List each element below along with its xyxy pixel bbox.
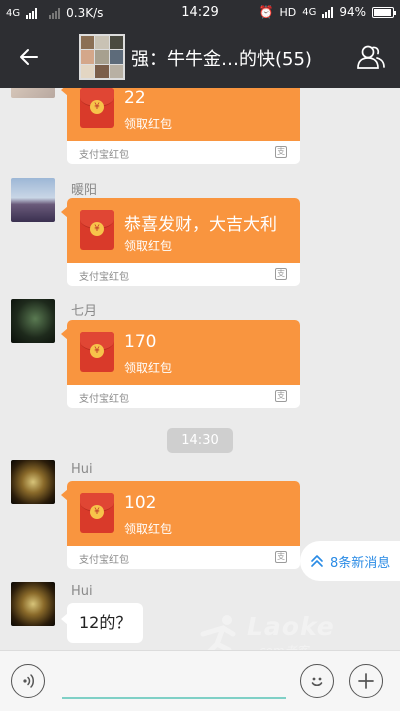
red-packet-footer: 支付宝红包 [79,394,129,405]
sender-name: 暖阳 [71,183,98,198]
status-bar: 4G 0.3K/s 14:29 ⏰ HD 4G 94% [0,0,400,26]
alipay-icon: 支 [275,146,287,158]
battery-percent: 94% [339,5,366,19]
signal-right-icon [322,6,334,18]
alarm-icon: ⏰ [258,5,274,19]
red-packet-message[interactable]: ¥ 102 领取红包 支付宝红包 支 [61,481,300,569]
avatar[interactable] [11,299,55,343]
red-packet-footer: 支付宝红包 [79,555,129,566]
red-packet-message[interactable]: ¥ 170 领取红包 支付宝红包 支 [61,320,300,408]
hd-label: HD [279,5,297,19]
alipay-icon: 支 [275,390,287,402]
red-packet-subtitle: 领取红包 [124,361,173,375]
red-packet-subtitle: 领取红包 [124,522,173,536]
red-packet-icon: ¥ [80,493,114,533]
red-packet-title: 恭喜发财，大吉大利 [124,215,277,235]
arrow-left-icon [20,49,38,65]
avatar[interactable] [11,460,55,504]
avatar[interactable] [11,582,55,626]
alipay-icon: 支 [275,268,287,280]
red-packet-icon: ¥ [80,210,114,250]
avatar[interactable] [11,178,55,222]
group-members-icon [357,45,385,69]
group-members-button[interactable] [354,40,388,74]
red-packet-footer: 支付宝红包 [79,272,129,283]
battery-icon [372,6,396,18]
alipay-icon: 支 [275,551,287,563]
voice-button[interactable] [11,664,45,698]
emoji-icon [311,677,323,687]
red-packet-footer: 支付宝红包 [79,150,129,161]
emoji-button[interactable] [300,664,334,698]
red-packet-title: 170 [124,332,157,352]
red-packet-title: 102 [124,493,157,513]
sender-name: 七月 [71,304,98,319]
timestamp-divider: 14:30 [167,428,233,453]
red-packet-title: 22 [124,88,146,108]
voice-icon [23,674,34,688]
group-avatar[interactable] [79,34,125,80]
red-packet-icon: ¥ [80,332,114,372]
input-bar [0,650,400,711]
new-messages-label: 8条新消息 [330,555,391,571]
watermark-text: Laoke [247,612,335,641]
avatar[interactable] [11,88,55,98]
red-packet-subtitle: 领取红包 [124,239,173,253]
red-packet-subtitle: 领取红包 [124,117,173,131]
red-packet-message[interactable]: ¥ 22 领取红包 支付宝红包 支 [61,88,300,164]
plus-icon [358,673,374,689]
sender-name: Hui [71,462,93,477]
back-button[interactable] [14,42,44,72]
text-message[interactable]: 12的？ [60,603,144,643]
message-input[interactable] [62,665,286,699]
battery-fill [374,8,391,16]
chat-title: 强：牛牛金…的快(55) [131,49,312,70]
network-type-right: 4G [302,6,317,18]
red-packet-icon: ¥ [80,88,114,128]
double-chevron-up-icon [311,555,323,567]
new-messages-button[interactable]: 8条新消息 [300,541,400,581]
sender-name: Hui [71,584,93,599]
red-packet-message[interactable]: ¥ 恭喜发财，大吉大利 领取红包 支付宝红包 支 [61,198,300,286]
status-right: ⏰ HD 4G 94% [258,5,396,19]
chat-header: 强：牛牛金…的快(55) [0,26,400,88]
more-button[interactable] [349,664,383,698]
